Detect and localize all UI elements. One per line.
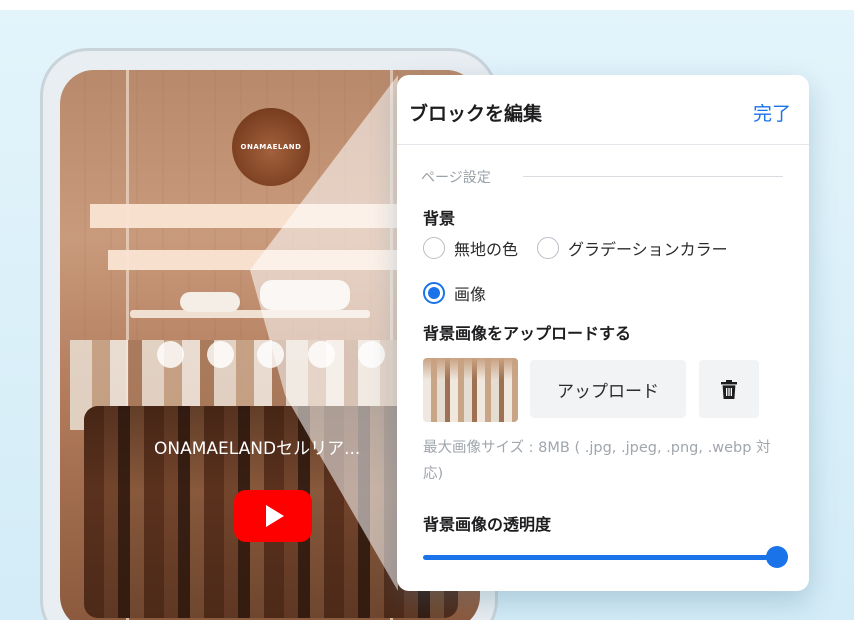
radio-label: 画像 (454, 285, 487, 304)
radio-label: 無地の色 (454, 240, 519, 259)
shelf (130, 310, 370, 318)
upload-section-label: 背景画像をアップロードする (423, 324, 632, 343)
radio-solid-color[interactable]: 無地の色 (423, 236, 518, 260)
section-label-page-settings: ページ設定 (421, 170, 491, 186)
upload-hint: 最大画像サイズ : 8MB ( .jpg, .jpeg, .png, .webp… (423, 440, 771, 482)
opacity-slider-thumb[interactable] (766, 546, 788, 568)
done-button[interactable]: 完了 (753, 99, 791, 126)
folded-clothes (260, 280, 350, 310)
social-icon-placeholder[interactable] (207, 341, 234, 368)
panel-title: ブロックを編集 (409, 103, 543, 125)
radio-circle[interactable] (537, 237, 559, 259)
social-icon-placeholder[interactable] (308, 341, 335, 368)
folded-clothes (180, 292, 240, 312)
radio-label: グラデーションカラー (568, 240, 728, 259)
play-icon (266, 505, 284, 527)
opacity-label: 背景画像の透明度 (423, 515, 552, 534)
background-image-thumbnail (423, 358, 518, 422)
background-label: 背景 (423, 209, 456, 228)
section-divider (523, 176, 783, 177)
radio-gradient-color[interactable]: グラデーションカラー (537, 236, 728, 260)
youtube-play-button[interactable] (234, 490, 312, 542)
brand-logo-text: ONAMAELAND (240, 143, 302, 151)
trash-icon (721, 379, 737, 399)
radio-image[interactable]: 画像 (423, 281, 486, 305)
brand-logo: ONAMAELAND (232, 108, 310, 186)
placeholder-text-bar (108, 250, 400, 270)
social-icon-placeholder[interactable] (257, 341, 284, 368)
panel-header: ブロックを編集 完了 (397, 75, 809, 145)
social-icon-placeholder[interactable] (157, 341, 184, 368)
opacity-slider-track[interactable] (423, 555, 775, 560)
delete-image-button[interactable] (699, 360, 759, 418)
radio-circle-selected[interactable] (423, 282, 445, 304)
social-icon-placeholder[interactable] (358, 341, 385, 368)
edit-block-panel: ブロックを編集 完了 ページ設定 背景 無地の色 グラデーションカラー 画像 背… (397, 75, 809, 591)
radio-circle[interactable] (423, 237, 445, 259)
placeholder-text-bar (90, 204, 400, 228)
video-title: ONAMAELANDセルリア... (154, 439, 361, 459)
upload-button[interactable]: アップロード (530, 360, 686, 418)
